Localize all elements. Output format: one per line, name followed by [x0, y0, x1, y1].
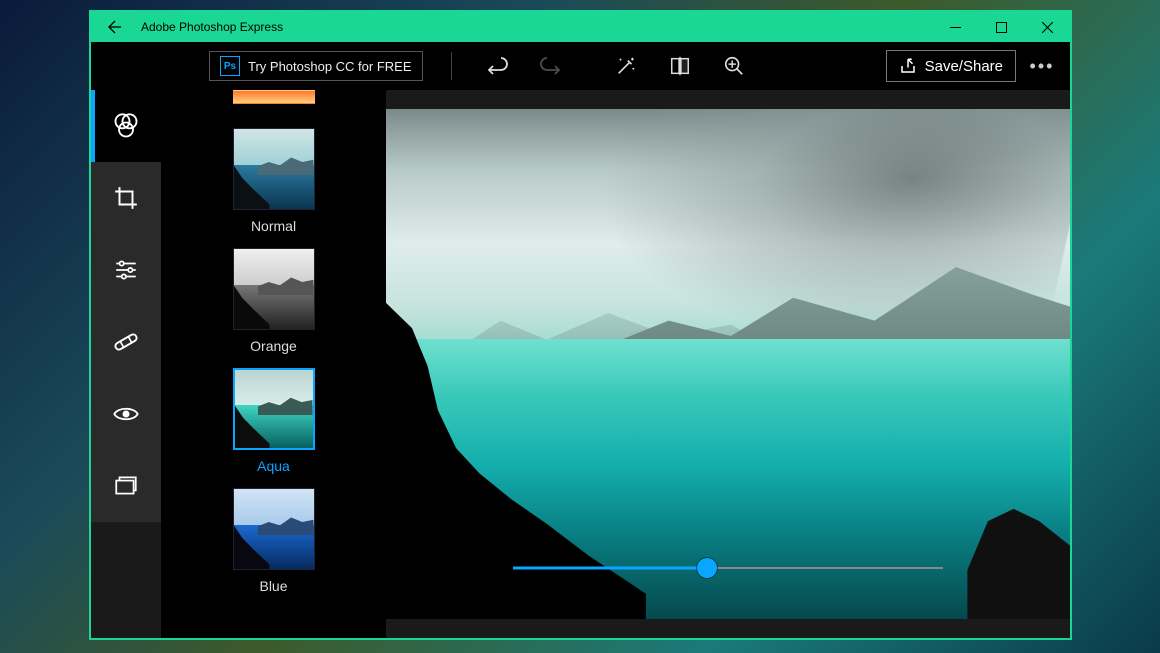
app-window: Adobe Photoshop Express Ps Try Photoshop…: [89, 10, 1072, 640]
undo-button[interactable]: [472, 42, 520, 90]
slider-thumb[interactable]: [697, 558, 717, 578]
maximize-button[interactable]: [978, 12, 1024, 42]
filter-thumb: [233, 368, 315, 450]
redo-button[interactable]: [526, 42, 574, 90]
filter-item[interactable]: [233, 90, 315, 104]
filter-thumb: [233, 248, 315, 330]
zoom-in-icon: [723, 55, 745, 77]
close-button[interactable]: [1024, 12, 1070, 42]
try-photoshop-button[interactable]: Ps Try Photoshop CC for FREE: [209, 51, 423, 81]
crop-icon: [113, 185, 139, 211]
undo-icon: [484, 54, 508, 78]
toolbar: Ps Try Photoshop CC for FREE: [91, 42, 1070, 90]
frames-icon: [113, 473, 139, 499]
back-button[interactable]: [91, 12, 137, 42]
titlebar: Adobe Photoshop Express: [91, 12, 1070, 42]
canvas-area: [386, 90, 1070, 638]
eye-icon: [112, 400, 140, 428]
heal-tool[interactable]: [91, 306, 161, 378]
more-button[interactable]: •••: [1022, 56, 1062, 77]
redo-icon: [538, 54, 562, 78]
filter-item-blue[interactable]: Blue: [233, 488, 315, 594]
image-preview[interactable]: [386, 109, 1070, 619]
filter-item-aqua[interactable]: Aqua: [233, 368, 315, 474]
slider-fill: [513, 567, 707, 570]
filter-item-normal[interactable]: Normal: [233, 128, 315, 234]
arrow-left-icon: [106, 19, 122, 35]
sliders-icon: [113, 257, 139, 283]
filter-thumb: [233, 90, 315, 104]
intensity-slider[interactable]: [513, 557, 943, 579]
minimize-icon: [950, 22, 961, 33]
filter-item-orange[interactable]: Orange: [233, 248, 315, 354]
filter-label: Normal: [251, 218, 296, 234]
window-controls: [932, 12, 1070, 42]
bandage-icon: [112, 328, 140, 356]
body: Normal Orange Aqua: [91, 90, 1070, 638]
adjust-tool[interactable]: [91, 234, 161, 306]
filter-label: Orange: [250, 338, 297, 354]
save-label: Save/Share: [925, 58, 1003, 75]
crop-tool[interactable]: [91, 162, 161, 234]
looks-tool[interactable]: [91, 90, 161, 162]
looks-icon: [112, 112, 140, 140]
compare-button[interactable]: [656, 42, 704, 90]
close-icon: [1042, 22, 1053, 33]
wand-icon: [615, 55, 637, 77]
ellipsis-icon: •••: [1030, 56, 1055, 77]
minimize-button[interactable]: [932, 12, 978, 42]
filter-thumb: [233, 488, 315, 570]
divider: [451, 52, 452, 80]
ps-icon: Ps: [220, 56, 240, 76]
filter-label: Blue: [259, 578, 287, 594]
share-icon: [899, 57, 917, 75]
zoom-button[interactable]: [710, 42, 758, 90]
filter-thumb: [233, 128, 315, 210]
border-tool[interactable]: [91, 450, 161, 522]
redeye-tool[interactable]: [91, 378, 161, 450]
maximize-icon: [996, 22, 1007, 33]
save-share-button[interactable]: Save/Share: [886, 50, 1016, 82]
filter-label: Aqua: [257, 458, 290, 474]
auto-enhance-button[interactable]: [602, 42, 650, 90]
try-label: Try Photoshop CC for FREE: [248, 59, 412, 74]
app-title: Adobe Photoshop Express: [141, 20, 283, 34]
tool-rail: [91, 90, 161, 638]
compare-icon: [669, 55, 691, 77]
filter-panel[interactable]: Normal Orange Aqua: [161, 90, 386, 638]
